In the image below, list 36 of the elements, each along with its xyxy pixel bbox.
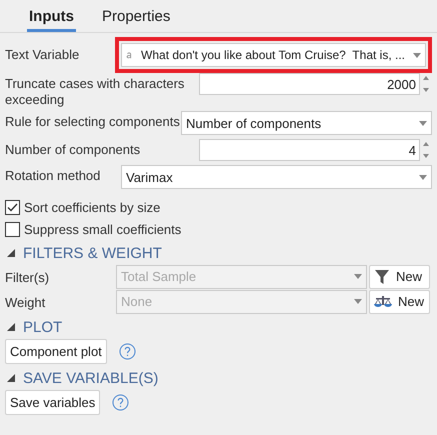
- checkbox-label: Suppress small coefficients: [24, 222, 182, 236]
- action-button[interactable]: Save variables: [5, 390, 100, 415]
- field-label: Rotation method: [5, 167, 102, 184]
- expand-triangle-icon[interactable]: [7, 249, 15, 257]
- tab[interactable]: Properties: [100, 0, 172, 32]
- variable-dropdown[interactable]: What don't you like about Tom Cruise? That is, ...: [115, 37, 432, 73]
- field-label: Number of components: [5, 141, 142, 158]
- tab[interactable]: Inputs: [27, 0, 76, 32]
- help-icon[interactable]: [112, 394, 130, 411]
- field-label: Filter(s): [5, 269, 50, 286]
- field-label: Weight: [5, 294, 46, 311]
- caret-icon: [354, 299, 362, 304]
- section-title: FILTERS & WEIGHT: [23, 244, 162, 262]
- field-label: Text Variable: [5, 47, 80, 63]
- funnel-icon: [374, 268, 390, 284]
- expand-triangle-icon[interactable]: [7, 323, 15, 331]
- select-dropdown[interactable]: Varimax: [121, 165, 432, 189]
- field-label: Rule for selecting components: [5, 113, 181, 130]
- caret-icon: [354, 274, 362, 279]
- field-label: Truncate cases with characters exceeding: [5, 75, 186, 108]
- checkbox[interactable]: [5, 222, 20, 236]
- scales-icon: [374, 294, 392, 308]
- action-button[interactable]: Component plot: [5, 339, 107, 364]
- checkbox-label: Sort coefficients by size: [24, 200, 160, 214]
- number-field[interactable]: 2000: [199, 73, 420, 95]
- checkbox[interactable]: [5, 200, 20, 214]
- help-icon[interactable]: [118, 343, 136, 360]
- caret-icon: [419, 174, 427, 180]
- dropdown-value: What don't you like about Tom Cruise? That is, ...: [141, 48, 405, 62]
- section-title: SAVE VARIABLE(S): [23, 370, 158, 386]
- caret-icon: [419, 120, 427, 126]
- section-title: PLOT: [23, 318, 62, 336]
- select-dropdown[interactable]: Number of components: [181, 111, 432, 135]
- expand-triangle-icon[interactable]: [7, 374, 15, 382]
- caret-icon: [413, 52, 421, 58]
- number-field[interactable]: 4: [199, 139, 420, 161]
